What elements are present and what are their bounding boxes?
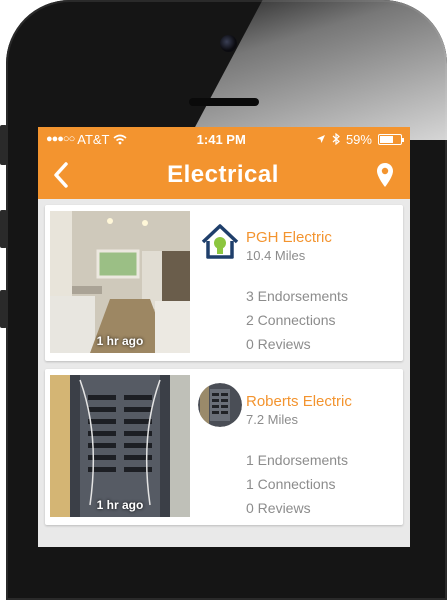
- carrier-label: AT&T: [77, 131, 110, 147]
- connections-count: 2 Connections: [246, 312, 336, 328]
- front-camera: [220, 35, 237, 52]
- location-arrow-icon: [316, 135, 325, 143]
- electrical-panel-avatar-icon: [198, 383, 242, 427]
- connections-count: 1 Connections: [246, 476, 336, 492]
- distance-label: 7.2 Miles: [246, 412, 299, 427]
- app-screen: ●●●○○ AT&T 1:41 PM 59% Electrical 1 hr a…: [38, 127, 410, 547]
- back-button[interactable]: [46, 160, 76, 190]
- kitchen-illustration: [50, 211, 190, 353]
- kitchen-renovation-photo: 1 hr ago: [50, 211, 190, 353]
- posted-time: 1 hr ago: [96, 334, 144, 348]
- electrical-panel-photo: 1 hr ago: [50, 375, 190, 517]
- status-bar: ●●●○○ AT&T 1:41 PM 59%: [38, 127, 410, 151]
- chevron-left-icon: [54, 162, 68, 188]
- panel-illustration: [50, 375, 190, 517]
- map-pin-icon: [376, 163, 393, 187]
- map-location-button[interactable]: [370, 160, 400, 190]
- endorsements-count: 1 Endorsements: [246, 452, 348, 468]
- battery-percent: 59%: [345, 131, 372, 147]
- endorsements-count: 3 Endorsements: [246, 288, 348, 304]
- posted-time: 1 hr ago: [96, 498, 144, 512]
- earpiece-speaker: [189, 98, 259, 106]
- volume-up-button: [0, 210, 7, 248]
- signal-strength-icon: ●●●○○: [46, 133, 75, 145]
- company-name[interactable]: Roberts Electric: [246, 393, 352, 410]
- page-title: Electrical: [167, 161, 279, 188]
- wifi-icon: [112, 134, 127, 144]
- volume-down-button: [0, 290, 7, 328]
- battery-icon: [377, 133, 404, 145]
- company-name[interactable]: PGH Electric: [246, 229, 332, 246]
- list-item[interactable]: 1 hr ago Roberts Electric 7.2 Miles 1 En…: [45, 369, 403, 525]
- list-item[interactable]: 1 hr ago PGH Electric 10.4 Miles 3 Endor…: [45, 205, 403, 361]
- reviews-count: 0 Reviews: [246, 336, 311, 352]
- distance-label: 10.4 Miles: [246, 248, 306, 263]
- bluetooth-icon: [332, 133, 340, 145]
- clock-label: 1:41 PM: [196, 131, 246, 147]
- house-bulb-logo-icon: [198, 219, 242, 263]
- reviews-count: 0 Reviews: [246, 500, 311, 516]
- navigation-bar: Electrical: [38, 151, 410, 199]
- phone-glare: [188, 0, 447, 140]
- mute-switch: [0, 125, 7, 165]
- listing-list: 1 hr ago PGH Electric 10.4 Miles 3 Endor…: [38, 199, 410, 539]
